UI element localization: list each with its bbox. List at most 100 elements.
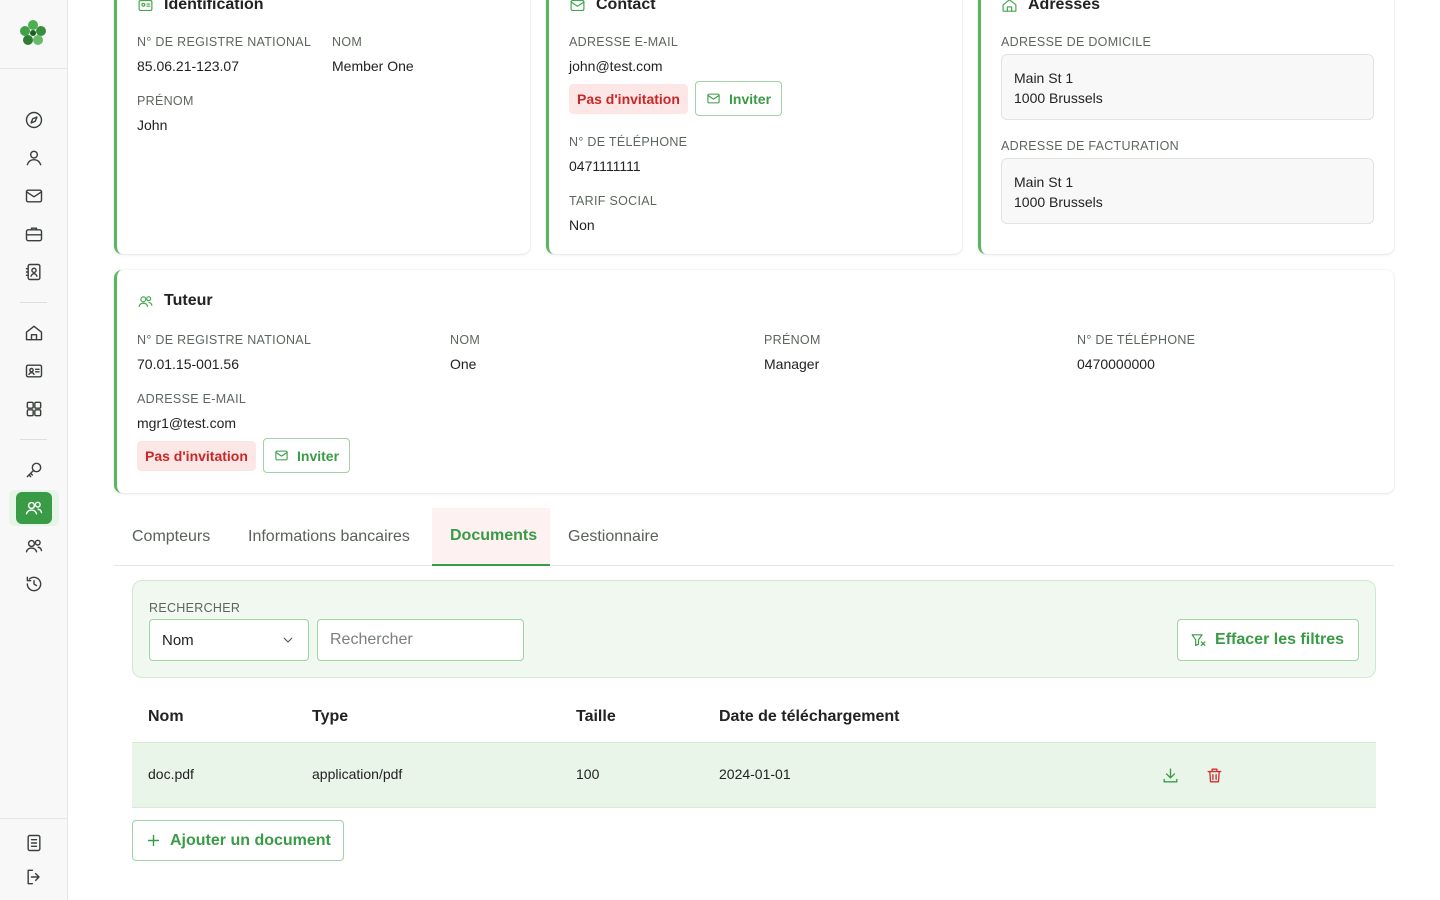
tab-documents[interactable]: Documents [432, 508, 550, 566]
sidebar-item-logout[interactable] [16, 861, 52, 893]
sidebar-divider [20, 302, 47, 303]
phone-label: N° DE TÉLÉPHONE [569, 135, 688, 149]
guardian-nrn-label: N° DE REGISTRE NATIONAL [137, 333, 312, 347]
invitation-status-badge: Pas d'invitation [569, 84, 688, 114]
logout-icon [27, 869, 40, 885]
nom-value: Member One [332, 58, 414, 74]
contact-card: Contact ADRESSE E-MAIL john@test.com Pas… [546, 0, 962, 254]
prenom-label: PRÉNOM [137, 94, 194, 108]
mail-icon [25, 189, 43, 203]
guardian-nom-value: One [450, 356, 477, 372]
sidebar-item-explore[interactable] [16, 104, 52, 136]
sidebar-item-id-card[interactable] [16, 355, 52, 387]
mail-icon [570, 0, 585, 11]
guardian-email-value: mgr1@test.com [137, 415, 237, 431]
grid-icon [26, 401, 42, 417]
filter-clear-icon [1191, 633, 1206, 646]
sidebar-item-home[interactable] [16, 317, 52, 349]
add-document-button[interactable]: Ajouter un document [132, 820, 344, 861]
document-icon [27, 834, 41, 852]
search-field-select[interactable]: Nom [149, 619, 309, 661]
email-value: john@test.com [569, 58, 663, 74]
sidebar-divider [0, 818, 67, 819]
chevron-down-icon [283, 637, 293, 643]
tab-compteurs[interactable]: Compteurs [114, 508, 228, 566]
guardian-phone-label: N° DE TÉLÉPHONE [1077, 333, 1196, 347]
add-document-label: Ajouter un document [170, 831, 331, 849]
cell-type: application/pdf [312, 766, 403, 782]
clear-filters-button[interactable]: Effacer les filtres [1177, 619, 1359, 661]
guardian-title: Tuteur [137, 292, 213, 310]
history-icon [26, 576, 42, 592]
guardian-title-text: Tuteur [164, 292, 213, 309]
phone-value: 0471111111 [569, 158, 641, 174]
column-header-nom[interactable]: Nom [148, 708, 184, 726]
sidebar-item-history[interactable] [16, 568, 52, 600]
addresses-card: Adresses ADRESSE DE DOMICILE Main St 1 1… [978, 0, 1394, 254]
addresses-title-text: Adresses [1028, 0, 1101, 13]
column-header-type[interactable]: Type [312, 708, 348, 726]
column-header-taille[interactable]: Taille [576, 708, 616, 726]
sidebar-item-documentation[interactable] [16, 827, 52, 859]
clear-filters-label: Effacer les filtres [1215, 631, 1344, 648]
home-icon [25, 325, 43, 341]
users-icon [25, 501, 43, 515]
sidebar-divider [20, 439, 47, 440]
guardian-card: Tuteur N° DE REGISTRE NATIONAL 70.01.15-… [114, 270, 1394, 493]
nrn-label: N° DE REGISTRE NATIONAL [137, 35, 312, 49]
id-card-icon [138, 0, 153, 11]
addresses-title: Adresses [1001, 0, 1100, 14]
trash-icon [1206, 767, 1222, 783]
contact-book-icon [25, 263, 41, 281]
guardian-prenom-label: PRÉNOM [764, 333, 821, 347]
invite-button[interactable]: Inviter [695, 81, 783, 116]
nrn-value: 85.06.21-123.07 [137, 58, 239, 74]
key-icon [26, 462, 42, 478]
email-label: ADRESSE E-MAIL [569, 35, 679, 49]
home-address-line2: 1000 Brussels [1014, 90, 1103, 106]
home-icon [1002, 0, 1017, 12]
cell-date: 2024-01-01 [719, 766, 791, 782]
logo-icon[interactable] [18, 18, 48, 48]
column-header-date[interactable]: Date de téléchargement [719, 708, 900, 726]
tab-informations-bancaires[interactable]: Informations bancaires [230, 508, 428, 566]
sidebar-item-keys[interactable] [16, 454, 52, 486]
sidebar-item-dashboard[interactable] [16, 393, 52, 425]
mail-icon [275, 450, 288, 461]
sidebar-item-profile[interactable] [16, 142, 52, 174]
identification-title-text: Identification [164, 0, 264, 13]
delete-button[interactable] [1204, 765, 1224, 785]
guardian-nrn-value: 70.01.15-001.56 [137, 356, 239, 372]
billing-address-box: Main St 1 1000 Brussels [1001, 158, 1374, 224]
guardian-invite-button[interactable]: Inviter [263, 438, 351, 473]
home-address-label: ADRESSE DE DOMICILE [1001, 35, 1152, 49]
identification-card: Identification N° DE REGISTRE NATIONAL 8… [114, 0, 530, 254]
contact-title-text: Contact [596, 0, 656, 13]
filter-label: RECHERCHER [149, 601, 241, 615]
guardian-prenom-value: Manager [764, 356, 820, 372]
sidebar-item-briefcase[interactable] [16, 218, 52, 250]
plus-icon [147, 834, 160, 847]
cell-nom: doc.pdf [148, 766, 194, 782]
home-address-line1: Main St 1 [1014, 70, 1074, 86]
invite-button-label: Inviter [729, 90, 772, 107]
contact-title: Contact [569, 0, 656, 14]
search-input[interactable] [317, 619, 524, 661]
sidebar-item-contacts[interactable] [16, 256, 52, 288]
tab-gestionnaire[interactable]: Gestionnaire [550, 508, 677, 566]
billing-address-line2: 1000 Brussels [1014, 194, 1103, 210]
download-button[interactable] [1160, 765, 1180, 785]
tarif-label: TARIF SOCIAL [569, 194, 658, 208]
download-icon [1162, 767, 1178, 783]
cell-taille: 100 [576, 766, 600, 782]
users-icon [25, 539, 43, 553]
sidebar-item-mail[interactable] [16, 180, 52, 212]
sidebar-item-members[interactable] [16, 492, 52, 524]
billing-address-label: ADRESSE DE FACTURATION [1001, 139, 1179, 153]
id-card-icon [25, 364, 43, 378]
guardian-invitation-badge: Pas d'invitation [137, 441, 256, 471]
filter-panel: RECHERCHER Nom Effacer les filtres [132, 580, 1376, 678]
briefcase-icon [25, 227, 43, 242]
home-address-box: Main St 1 1000 Brussels [1001, 54, 1374, 120]
sidebar-item-managers[interactable] [16, 530, 52, 562]
